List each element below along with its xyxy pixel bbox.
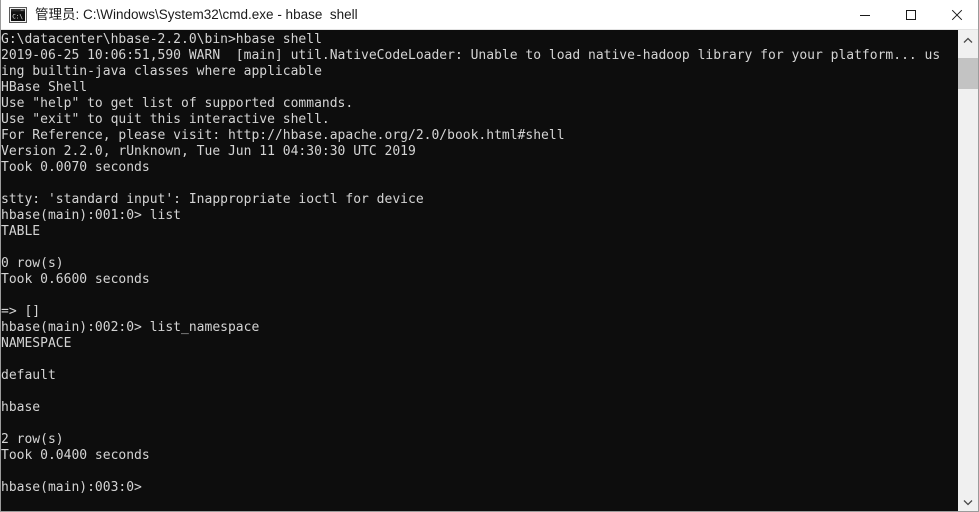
console-output-area[interactable]: G:\datacenter\hbase-2.2.0\bin>hbase shel… (1, 30, 978, 512)
scrollbar-thumb[interactable] (958, 58, 978, 89)
console-line: => [] (1, 304, 41, 319)
maximize-button[interactable] (888, 0, 934, 29)
minimize-button[interactable] (842, 0, 888, 29)
console-line: For Reference, please visit: http://hbas… (1, 128, 565, 143)
console-line: HBase Shell (1, 80, 88, 95)
console-line: default (1, 368, 56, 383)
console-line: 2019-06-25 10:06:51,590 WARN [main] util… (1, 48, 941, 63)
window-titlebar[interactable]: C:\ 管理员: C:\Windows\System32\cmd.exe - h… (1, 0, 978, 30)
console-line: TABLE (1, 224, 41, 239)
console-line: ing builtin-java classes where applicabl… (1, 64, 322, 79)
scrollbar-track[interactable] (958, 50, 978, 492)
window-title: 管理员: C:\Windows\System32\cmd.exe - hbase… (35, 6, 358, 22)
console-line: hbase(main):002:0> list_namespace (1, 320, 260, 335)
console-line: Took 0.0070 seconds (1, 160, 150, 175)
console-line: NAMESPACE (1, 336, 72, 351)
console-line: stty: 'standard input': Inappropriate io… (1, 192, 424, 207)
console-line: Use "help" to get list of supported comm… (1, 96, 354, 111)
cmd-window: C:\ 管理员: C:\Windows\System32\cmd.exe - h… (0, 0, 979, 512)
console-text-buffer: G:\datacenter\hbase-2.2.0\bin>hbase shel… (1, 30, 959, 512)
svg-text:C:\: C:\ (12, 13, 23, 20)
cmd-console-icon: C:\ (9, 6, 27, 23)
console-line: 0 row(s) (1, 256, 64, 271)
console-line: hbase (1, 400, 41, 415)
console-line: Version 2.2.0, rUnknown, Tue Jun 11 04:3… (1, 144, 416, 159)
console-line: hbase(main):001:0> list (1, 208, 182, 223)
console-line: G:\datacenter\hbase-2.2.0\bin>hbase shel… (1, 32, 322, 47)
scroll-down-arrow[interactable] (958, 492, 978, 512)
vertical-scrollbar[interactable] (957, 30, 978, 512)
close-button[interactable] (934, 0, 978, 29)
scroll-up-arrow[interactable] (958, 30, 978, 50)
console-line: hbase(main):003:0> (1, 480, 142, 495)
console-line: Took 0.6600 seconds (1, 272, 150, 287)
console-line: Took 0.0400 seconds (1, 448, 150, 463)
console-line: 2 row(s) (1, 432, 64, 447)
console-line: Use "exit" to quit this interactive shel… (1, 112, 330, 127)
